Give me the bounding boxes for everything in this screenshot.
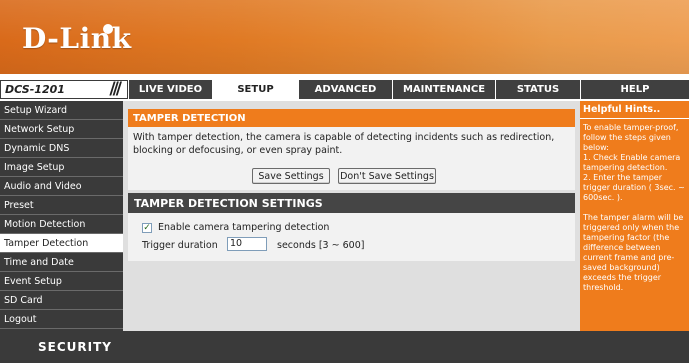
page: D-Link DCS-1201 /// LIVE VIDEO SETUP ADV… [0, 0, 689, 363]
sidebar: Setup Wizard Network Setup Dynamic DNS I… [0, 101, 123, 331]
tab-setup[interactable]: SETUP [212, 80, 298, 99]
sidebar-item-event-setup[interactable]: Event Setup [0, 272, 123, 291]
model-badge: DCS-1201 /// [0, 79, 128, 99]
sidebar-item-audio-and-video[interactable]: Audio and Video [0, 177, 123, 196]
section-description: With tamper detection, the camera is cap… [133, 132, 555, 156]
tab-status[interactable]: STATUS [495, 80, 580, 99]
sidebar-item-preset[interactable]: Preset [0, 196, 123, 215]
main-nav: DCS-1201 /// LIVE VIDEO SETUP ADVANCED M… [0, 79, 689, 99]
trigger-duration-unit: seconds [3 ~ 600] [277, 240, 365, 251]
section-title: TAMPER DETECTION [128, 109, 575, 127]
sidebar-item-dynamic-dns[interactable]: Dynamic DNS [0, 139, 123, 158]
sidebar-item-setup-wizard[interactable]: Setup Wizard [0, 101, 123, 120]
helpful-hints-panel: Helpful Hints.. To enable tamper-proof, … [580, 101, 689, 331]
dlink-logo: D-Link [22, 22, 132, 55]
section-body: With tamper detection, the camera is cap… [128, 127, 575, 190]
sidebar-item-sd-card[interactable]: SD Card [0, 291, 123, 310]
sidebar-item-motion-detection[interactable]: Motion Detection [0, 215, 123, 234]
enable-tamper-label: Enable camera tampering detection [158, 222, 330, 233]
sidebar-item-network-setup[interactable]: Network Setup [0, 120, 123, 139]
dont-save-settings-button[interactable]: Don't Save Settings [338, 168, 436, 184]
tab-live-video[interactable]: LIVE VIDEO [128, 80, 212, 99]
save-settings-button[interactable]: Save Settings [252, 168, 330, 184]
header-banner: D-Link [0, 0, 689, 74]
model-label: DCS-1201 [5, 83, 65, 96]
footer-security-label: SECURITY [38, 340, 112, 354]
sidebar-item-logout[interactable]: Logout [0, 310, 123, 329]
footer: SECURITY [0, 331, 689, 363]
enable-tamper-checkbox[interactable]: ✓ [142, 223, 152, 233]
hints-body: To enable tamper-proof, follow the steps… [583, 123, 685, 292]
hints-divider [580, 118, 689, 119]
tab-advanced[interactable]: ADVANCED [298, 80, 392, 99]
tab-help[interactable]: HELP [580, 80, 689, 99]
main-content: TAMPER DETECTION With tamper detection, … [123, 101, 580, 331]
sidebar-item-time-and-date[interactable]: Time and Date [0, 253, 123, 272]
sidebar-item-image-setup[interactable]: Image Setup [0, 158, 123, 177]
trigger-duration-label: Trigger duration [142, 240, 218, 251]
trigger-duration-input[interactable]: 10 [227, 237, 267, 251]
tab-maintenance[interactable]: MAINTENANCE [392, 80, 495, 99]
tamper-settings-section: TAMPER DETECTION SETTINGS ✓ Enable camer… [128, 193, 575, 261]
tamper-detection-section: TAMPER DETECTION With tamper detection, … [128, 105, 575, 190]
model-slashes: /// [109, 79, 122, 99]
sidebar-item-tamper-detection[interactable]: Tamper Detection [0, 234, 123, 253]
hints-title: Helpful Hints.. [583, 104, 661, 115]
settings-title: TAMPER DETECTION SETTINGS [128, 193, 575, 213]
